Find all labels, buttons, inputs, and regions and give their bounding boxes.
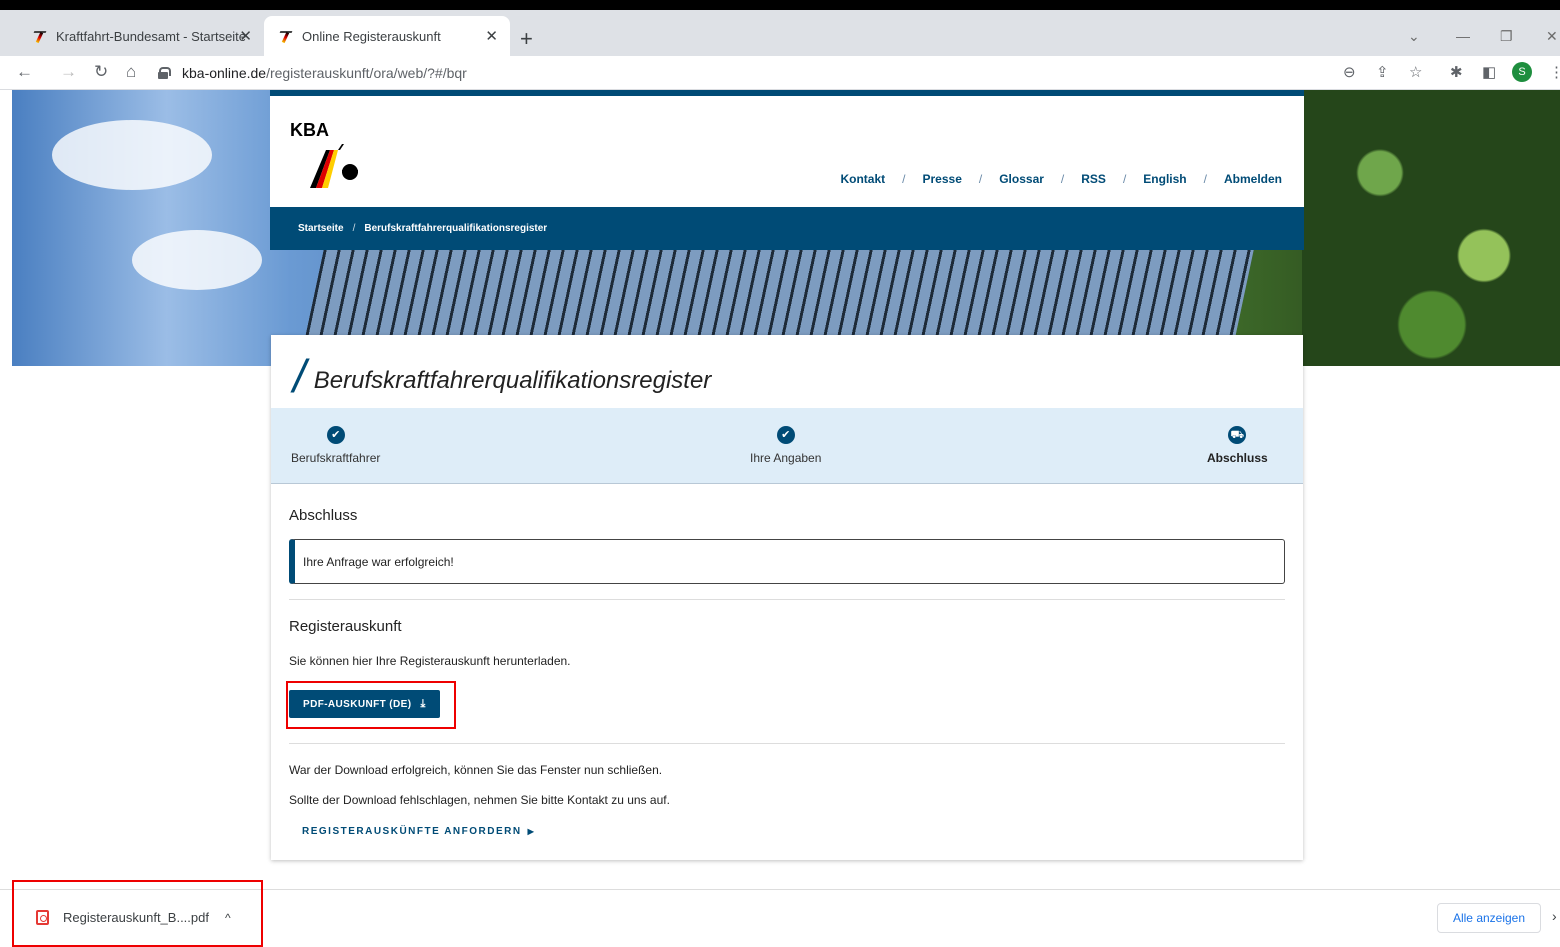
- tab-kba-startseite[interactable]: Kraftfahrt-Bundesamt - Startseite ✕: [18, 16, 264, 56]
- tree-leaves-shape: [1302, 90, 1560, 366]
- nav-english[interactable]: English: [1143, 172, 1186, 186]
- arrow-right-icon: ▶: [527, 827, 536, 836]
- download-hint: Sie können hier Ihre Registerauskunft he…: [289, 654, 571, 668]
- side-panel-icon[interactable]: ◧: [1482, 63, 1496, 81]
- close-window-icon[interactable]: ✕: [1546, 28, 1558, 45]
- nav-rss[interactable]: RSS: [1081, 172, 1106, 186]
- url-domain: kba-online.de: [182, 65, 267, 81]
- share-icon[interactable]: ⇪: [1376, 63, 1389, 81]
- download-success-text: War der Download erfolgreich, können Sie…: [289, 763, 663, 777]
- cloud-shape: [132, 230, 262, 290]
- divider: [289, 743, 1285, 744]
- divider: [289, 599, 1285, 600]
- menu-icon[interactable]: ⋮: [1549, 63, 1560, 81]
- success-alert: Ihre Anfrage war erfolgreich!: [289, 539, 1285, 584]
- page-title: / Berufskraftfahrerqualifikationsregiste…: [293, 353, 711, 399]
- truck-icon: ⛟: [1228, 426, 1247, 444]
- breadcrumb-startseite[interactable]: Startseite: [298, 223, 344, 234]
- logo-text: KBA: [290, 120, 329, 140]
- address-bar[interactable]: kba-online.de/registerauskunft/ora/web/?…: [158, 59, 1358, 87]
- step-label: Berufskraftfahrer: [291, 451, 381, 465]
- pdf-button-label: PDF-AUSKUNFT (DE): [303, 698, 412, 710]
- bookmark-star-icon[interactable]: ☆: [1409, 63, 1422, 81]
- lock-icon[interactable]: [158, 67, 171, 79]
- nav-glossar[interactable]: Glossar: [999, 172, 1044, 186]
- url-path: /registerauskunft/ora/web/?#/bqr: [266, 65, 467, 81]
- extensions-icon[interactable]: ✱: [1450, 63, 1463, 81]
- step-berufskraftfahrer: ✔ Berufskraftfahrer: [291, 426, 380, 465]
- tab-title: Kraftfahrt-Bundesamt - Startseite: [56, 28, 247, 44]
- nav-separator: /: [902, 172, 906, 186]
- show-all-downloads-button[interactable]: Alle anzeigen: [1437, 903, 1541, 933]
- cloud-shape: [52, 120, 212, 190]
- new-tab-button[interactable]: +: [520, 26, 533, 52]
- page-title-text: Berufskraftfahrerqualifikationsregister: [313, 367, 712, 394]
- section-title-registerauskunft: Registerauskunft: [289, 618, 402, 635]
- profile-avatar[interactable]: S: [1512, 62, 1532, 82]
- forward-icon[interactable]: →: [60, 62, 77, 82]
- pdf-download-button[interactable]: PDF-AUSKUNFT (DE) ⤓: [289, 690, 440, 718]
- section-title-abschluss: Abschluss: [289, 507, 358, 524]
- download-icon: ⤓: [420, 697, 426, 710]
- tab-search-icon[interactable]: ⌄: [1408, 28, 1420, 45]
- reload-icon[interactable]: ↻: [94, 62, 108, 82]
- nav-presse[interactable]: Presse: [923, 172, 962, 186]
- kba-favicon-icon: [278, 28, 294, 44]
- alert-text: Ihre Anfrage war erfolgreich!: [303, 554, 454, 569]
- nav-separator: /: [978, 172, 983, 186]
- nav-separator: /: [1122, 172, 1127, 186]
- progress-stepper: ✔ Berufskraftfahrer ✔ Ihre Angaben ⛟ Abs…: [271, 408, 1303, 484]
- close-tab-icon[interactable]: ✕: [239, 27, 252, 45]
- breadcrumb-current: Berufskraftfahrerqualifikationsregister: [364, 223, 548, 234]
- kba-logo[interactable]: KBA: [290, 120, 370, 190]
- zoom-icon[interactable]: ⊖: [1343, 63, 1356, 81]
- tab-online-registerauskunft[interactable]: Online Registerauskunft ✕: [264, 16, 510, 56]
- breadcrumb-separator: /: [352, 223, 356, 234]
- step-label: Ihre Angaben: [750, 451, 822, 465]
- step-abschluss: ⛟ Abschluss: [1207, 426, 1268, 465]
- highlight-box: [12, 880, 263, 947]
- breadcrumb: Startseite / Berufskraftfahrerqualifikat…: [270, 207, 1304, 250]
- window-top-strip: [0, 0, 1560, 10]
- minimize-icon[interactable]: —: [1456, 28, 1470, 44]
- home-icon[interactable]: ⌂: [126, 62, 136, 82]
- back-icon[interactable]: ←: [16, 62, 33, 82]
- nav-separator: /: [1060, 172, 1065, 186]
- step-ihre-angaben: ✔ Ihre Angaben: [750, 426, 821, 465]
- restore-icon[interactable]: ❐: [1500, 28, 1513, 45]
- nav-separator: /: [1203, 172, 1207, 186]
- close-tab-icon[interactable]: ✕: [485, 27, 498, 45]
- main-card: / Berufskraftfahrerqualifikationsregiste…: [271, 335, 1303, 860]
- download-failure-text: Sollte der Download fehlschlagen, nehmen…: [289, 793, 670, 807]
- tab-title: Online Registerauskunft: [302, 28, 441, 44]
- kba-favicon-icon: [32, 28, 48, 44]
- step-label: Abschluss: [1207, 451, 1268, 465]
- browser-toolbar: ← → ↻ ⌂ kba-online.de/registerauskunft/o…: [0, 56, 1560, 90]
- check-icon: ✔: [776, 426, 795, 444]
- top-navigation: Kontakt / Presse / Glossar / RSS / English / …: [840, 172, 1282, 186]
- tab-bar: Kraftfahrt-Bundesamt - Startseite ✕ Onli…: [0, 10, 1560, 56]
- nav-kontakt[interactable]: Kontakt: [840, 172, 885, 186]
- request-link-label: REGISTERAUSKÜNFTE ANFORDERN: [302, 826, 522, 837]
- nav-abmelden[interactable]: Abmelden: [1224, 172, 1282, 186]
- close-download-bar-icon[interactable]: ›: [1552, 908, 1557, 924]
- request-register-link[interactable]: REGISTERAUSKÜNFTE ANFORDERN ▶: [302, 826, 535, 837]
- check-icon: ✔: [326, 426, 345, 444]
- title-slash: /: [293, 350, 306, 402]
